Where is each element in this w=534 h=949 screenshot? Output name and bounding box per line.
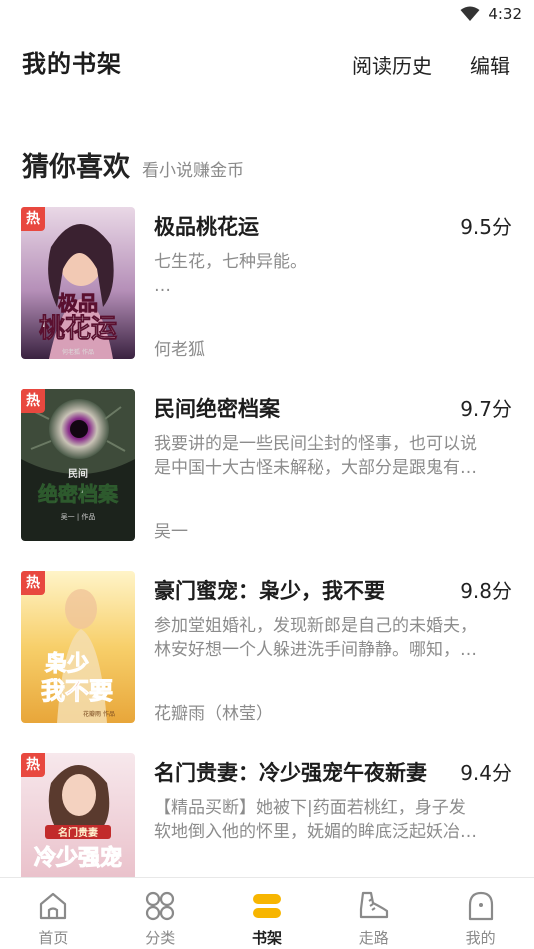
cover-title-line2: 桃花运 <box>39 314 117 344</box>
cover-caption: 何老狐 作品 <box>62 348 94 356</box>
book-description: 我要讲的是一些民间尘封的怪事，也可以说 是中国十大古怪未解秘，大部分是跟鬼有… <box>154 432 510 480</box>
tab-category[interactable]: 分类 <box>107 878 214 949</box>
cover-title-line1: 极品 <box>58 291 98 315</box>
book-description: 参加堂姐婚礼，发现新郎是自己的未婚夫， 林安好想一个人躲进洗手间静静。哪知，… <box>154 614 510 662</box>
book-description-line: 【精品买断】她被下|药面若桃红，身子发 <box>154 798 466 818</box>
book-description-line: 参加堂姐婚礼，发现新郎是自己的未婚夫， <box>154 616 477 636</box>
cover-caption: 吴一 | 作品 <box>61 512 96 521</box>
hot-badge: 热 <box>21 389 45 413</box>
wifi-icon <box>460 6 480 21</box>
tab-home-label: 首页 <box>38 929 69 947</box>
cover-title-line1: 名门贵妻 <box>58 826 98 839</box>
cover-title-line1: 民间 <box>68 467 88 480</box>
book-description-line: … <box>154 276 171 296</box>
book-item[interactable]: 枭少 我不要 花瓣雨 作品 热 豪门蜜宠：枭少，我不要 9.8分 参加堂姐婚礼，… <box>0 571 534 724</box>
tab-walk[interactable]: 走路 <box>320 878 427 949</box>
book-title[interactable]: 名门贵妻：冷少强宠午夜新妻 <box>154 757 427 787</box>
book-description: 七生花，七种异能。 … <box>154 250 510 298</box>
status-icons: 4:32 <box>460 5 522 23</box>
book-item[interactable]: 名门贵妻 冷少强宠 热 名门贵妻：冷少强宠午夜新妻 9.4分 【精品买断】她被下… <box>0 753 534 877</box>
hot-badge: 热 <box>21 207 45 231</box>
status-bar: 4:32 <box>0 0 534 30</box>
book-description-line: 软地倒入他的怀里，妩媚的眸底泛起妖冶… <box>154 822 477 842</box>
book-title[interactable]: 民间绝密档案 <box>154 393 280 423</box>
cover-title-line2: 我不要 <box>41 676 113 705</box>
tab-bookshelf[interactable]: 书架 <box>214 878 321 949</box>
edit-button[interactable]: 编辑 <box>470 50 510 79</box>
section-heading: 猜你喜欢 看小说赚金币 <box>22 145 244 184</box>
cover-title-line1: 枭少 <box>44 651 89 677</box>
tab-bookshelf-label: 书架 <box>251 929 282 947</box>
book-list: 极品 桃花运 何老狐 作品 热 极品桃花运 9.5分 七生花，七种异能。 … 何… <box>0 207 534 877</box>
shoe-icon <box>359 891 388 919</box>
book-author: 吴一 <box>154 522 188 542</box>
cover-title-line2: 绝密档案 <box>38 482 119 506</box>
book-author: 花瓣雨（林莹） <box>154 704 273 724</box>
book-score: 9.8分 <box>460 579 512 603</box>
section-subtitle[interactable]: 看小说赚金币 <box>142 156 244 181</box>
reading-history-button[interactable]: 阅读历史 <box>352 50 432 79</box>
bottom-tab-bar: 首页 分类 书架 走路 我的 <box>0 877 534 949</box>
tab-profile[interactable]: 我的 <box>427 878 534 949</box>
book-description-line: 林安好想一个人躲进洗手间静静。哪知，… <box>154 640 477 660</box>
category-icon <box>146 891 175 921</box>
profile-icon <box>468 891 493 921</box>
book-item[interactable]: 极品 桃花运 何老狐 作品 热 极品桃花运 9.5分 七生花，七种异能。 … 何… <box>0 207 534 360</box>
book-title[interactable]: 豪门蜜宠：枭少，我不要 <box>154 575 385 605</box>
book-description-line: 七生花，七种异能。 <box>154 252 307 272</box>
book-description-line: 我要讲的是一些民间尘封的怪事，也可以说 <box>154 434 477 454</box>
book-score: 9.5分 <box>460 215 512 239</box>
tab-walk-label: 走路 <box>358 929 389 947</box>
book-score: 9.7分 <box>460 397 512 421</box>
tab-profile-label: 我的 <box>465 929 496 947</box>
book-description: 【精品买断】她被下|药面若桃红，身子发 软地倒入他的怀里，妩媚的眸底泛起妖冶… <box>154 796 510 844</box>
section-title: 猜你喜欢 <box>22 152 130 183</box>
tab-home[interactable]: 首页 <box>0 878 107 949</box>
hot-badge: 热 <box>21 571 45 595</box>
book-author: 何老狐 <box>154 340 205 360</box>
book-description-line: 是中国十大古怪未解秘，大部分是跟鬼有… <box>154 458 477 478</box>
page-title: 我的书架 <box>22 50 122 78</box>
book-score: 9.4分 <box>460 761 512 785</box>
book-item[interactable]: 民间 绝密档案 吴一 | 作品 热 民间绝密档案 9.7分 我要讲的是一些民间尘… <box>0 389 534 542</box>
tab-category-label: 分类 <box>145 929 176 947</box>
book-title[interactable]: 极品桃花运 <box>154 211 259 241</box>
hot-badge: 热 <box>21 753 45 777</box>
cover-caption: 花瓣雨 作品 <box>83 710 115 718</box>
header: 我的书架 阅读历史 编辑 <box>0 38 534 90</box>
bookshelf-icon <box>252 894 281 918</box>
home-icon <box>40 892 67 920</box>
cover-title-line2: 冷少强宠 <box>34 845 122 871</box>
status-time: 4:32 <box>488 5 522 23</box>
